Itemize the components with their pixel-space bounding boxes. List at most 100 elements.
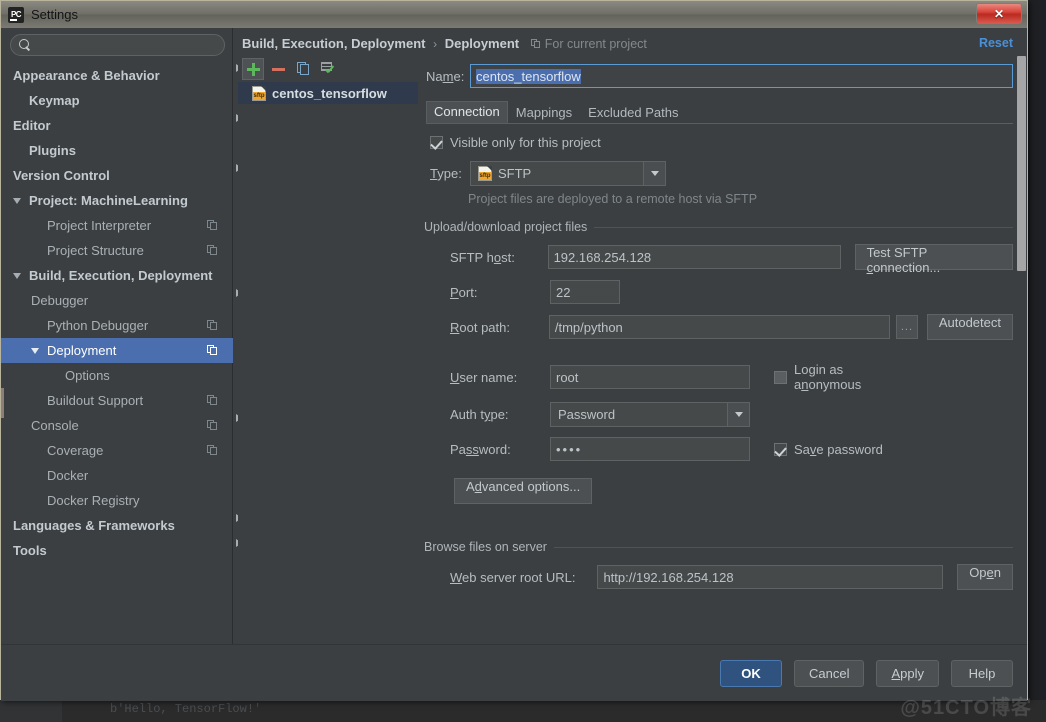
open-button[interactable]: Open (957, 564, 1013, 590)
reset-link[interactable]: Reset (979, 36, 1013, 50)
add-server-button[interactable] (242, 58, 264, 80)
sidebar-item-python-debugger[interactable]: Python Debugger (1, 313, 233, 338)
sidebar-edge-strip (1, 388, 4, 418)
type-hint: Project files are deployed to a remote h… (468, 192, 758, 206)
sidebar-item-debugger[interactable]: Debugger (1, 288, 242, 313)
type-combobox[interactable]: SFTP (470, 161, 666, 186)
sidebar-item-project-structure[interactable]: Project Structure (1, 238, 233, 263)
sidebar-item-build-execution-deployment[interactable]: Build, Execution, Deployment (1, 263, 233, 288)
help-button[interactable]: Help (951, 659, 1013, 687)
project-scope-icon (207, 320, 218, 331)
set-default-button[interactable] (317, 58, 339, 80)
login-anonymous-checkbox[interactable] (774, 370, 787, 384)
visible-only-checkbox[interactable] (430, 136, 443, 149)
browse-group-label: Browse files on server (424, 540, 547, 554)
autodetect-button[interactable]: Autodetect (926, 314, 1013, 340)
sidebar-item-options[interactable]: Options (1, 363, 233, 388)
sidebar-item-appearance-behavior[interactable]: Appearance & Behavior (1, 63, 242, 88)
web-url-input[interactable]: http://192.168.254.128 (597, 565, 944, 589)
close-button[interactable]: ✕ (976, 3, 1022, 24)
tab-underline (426, 123, 1013, 124)
auth-type-row: Auth type: Password (424, 402, 1013, 427)
sidebar-item-keymap[interactable]: Keymap (1, 88, 233, 113)
form-scrollbar-thumb[interactable] (1017, 56, 1026, 271)
browse-group-title: Browse files on server (424, 540, 1013, 554)
password-row: Password: •••• Save password (424, 437, 1013, 461)
login-anonymous-row[interactable]: Login as anonymous (774, 362, 894, 392)
visible-only-row[interactable]: Visible only for this project (422, 135, 1013, 150)
auth-type-label: Auth type: (450, 407, 509, 422)
tab-excluded-paths[interactable]: Excluded Paths (580, 102, 686, 123)
sidebar-item-deployment[interactable]: Deployment (1, 338, 233, 363)
ok-button[interactable]: OK (720, 659, 782, 687)
password-input[interactable]: •••• (550, 437, 750, 461)
save-password-checkbox[interactable] (774, 442, 787, 456)
search-box[interactable] (10, 34, 225, 56)
cancel-button[interactable]: Cancel (794, 659, 865, 687)
test-connection-button[interactable]: Test SFTP connection... (854, 244, 1013, 275)
sidebar-item-label: Project Structure (47, 243, 144, 258)
chevron-down-icon[interactable] (13, 195, 24, 206)
sftp-host-label: SFTP host: (450, 249, 515, 265)
name-row: Name: centos_tensorflow (422, 64, 1013, 88)
search-input[interactable] (31, 38, 224, 52)
breadcrumb-parent[interactable]: Build, Execution, Deployment (242, 36, 425, 51)
tab-connection[interactable]: Connection (426, 101, 508, 123)
chevron-down-icon[interactable] (31, 345, 42, 356)
remove-server-button[interactable] (267, 58, 289, 80)
chevron-down-icon-auth[interactable] (727, 403, 749, 426)
sidebar-item-docker[interactable]: Docker (1, 463, 233, 488)
type-label: Type: (430, 166, 462, 181)
login-anonymous-label: Login as anonymous (794, 362, 862, 392)
sidebar-item-label: Keymap (29, 93, 80, 108)
scope-note-label: For current project (544, 37, 647, 51)
sidebar-item-label: Plugins (29, 143, 76, 158)
visible-only-label: Visible only for this project (450, 135, 601, 150)
breadcrumb-separator: › (433, 37, 438, 51)
sidebar-item-version-control[interactable]: Version Control (1, 163, 242, 188)
server-list-item[interactable]: centos_tensorflow (238, 82, 418, 104)
root-path-row: Root path: /tmp/python ... Autodetect (424, 314, 1013, 340)
form-scrollbar[interactable] (1016, 56, 1027, 644)
root-path-input[interactable]: /tmp/python (548, 315, 891, 339)
sidebar-item-coverage[interactable]: Coverage (1, 438, 233, 463)
sidebar-item-console[interactable]: Console (1, 413, 242, 438)
save-password-row[interactable]: Save password (774, 442, 894, 457)
web-url-label: Web server root URL: (450, 569, 576, 585)
sftp-host-input[interactable]: 192.168.254.128 (547, 245, 841, 269)
sidebar-item-languages-frameworks[interactable]: Languages & Frameworks (1, 513, 242, 538)
sidebar-item-label: Docker (47, 468, 89, 483)
sidebar-item-label: Languages & Frameworks (13, 518, 175, 533)
user-name-input[interactable]: root (550, 365, 750, 389)
port-value: 22 (556, 284, 571, 300)
copy-icon (296, 62, 310, 76)
connection-tabs: Connection Mappings Excluded Paths (422, 101, 1013, 123)
advanced-options-button[interactable]: Advanced options... (454, 478, 593, 504)
sftp-host-value: 192.168.254.128 (553, 249, 652, 265)
chevron-down-icon[interactable] (643, 162, 665, 185)
sidebar-item-label: Deployment (47, 343, 117, 358)
sidebar-item-tools[interactable]: Tools (1, 538, 242, 563)
sidebar-item-project-interpreter[interactable]: Project Interpreter (1, 213, 233, 238)
sidebar-item-project-machinelearning[interactable]: Project: MachineLearning (1, 188, 233, 213)
apply-button[interactable]: Apply (876, 659, 939, 687)
sidebar-item-label: Tools (13, 543, 47, 558)
auth-type-combobox[interactable]: Password (550, 402, 750, 427)
copy-server-button[interactable] (292, 58, 314, 80)
web-url-row: Web server root URL: http://192.168.254.… (424, 564, 1013, 590)
root-path-browse-button[interactable]: ... (896, 315, 918, 339)
name-label: Name: (426, 68, 465, 84)
dialog-body: Appearance & Behavior Keymap Editor Plugins… (1, 28, 1027, 701)
server-list: centos_tensorflow (238, 82, 418, 644)
tab-mappings[interactable]: Mappings (508, 102, 580, 123)
project-scope-icon (207, 245, 218, 256)
sidebar-item-editor[interactable]: Editor (1, 113, 242, 138)
port-input[interactable]: 22 (550, 280, 620, 304)
sidebar-item-docker-registry[interactable]: Docker Registry (1, 488, 233, 513)
sidebar-item-label: Version Control (13, 168, 110, 183)
sidebar-item-plugins[interactable]: Plugins (1, 138, 233, 163)
sidebar-item-buildout-support[interactable]: Buildout Support (1, 388, 233, 413)
chevron-down-icon[interactable] (13, 270, 24, 281)
name-input[interactable]: centos_tensorflow (470, 64, 1013, 88)
